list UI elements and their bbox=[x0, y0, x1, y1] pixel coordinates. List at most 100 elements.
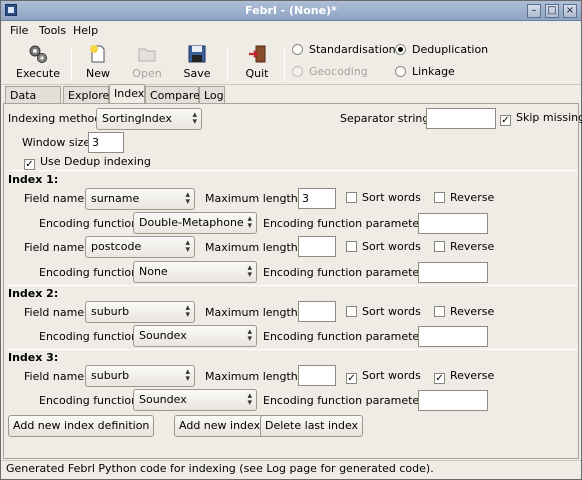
checkbox-indicator: ✓ bbox=[434, 373, 445, 384]
open-button[interactable]: Open bbox=[129, 44, 165, 80]
index-1-field-2-select[interactable]: postcode ▴ ▾ bbox=[85, 236, 195, 258]
delete-last-index-button[interactable]: Delete last index bbox=[260, 415, 364, 437]
field-name-label: Field name: bbox=[24, 241, 88, 254]
checkbox-indicator bbox=[346, 192, 357, 203]
checkbox-indicator bbox=[434, 241, 445, 252]
index-1-field-1-max-length-input[interactable]: 3 bbox=[298, 188, 336, 209]
tab-compare[interactable]: Compare bbox=[145, 86, 200, 104]
index-tab-panel: Indexing method: SortingIndex ▴ ▾ Separato… bbox=[3, 103, 582, 459]
checkbox-indicator: ✓ bbox=[500, 115, 511, 126]
separator-line bbox=[6, 349, 578, 350]
index-3-field-1-encoding-select[interactable]: Soundex ▴ ▾ bbox=[133, 389, 257, 411]
new-file-icon bbox=[90, 45, 105, 63]
tab-explore[interactable]: Explore bbox=[63, 86, 109, 104]
updown-arrow-icon: ▴ ▾ bbox=[247, 214, 252, 231]
radio-indicator bbox=[292, 44, 303, 55]
index-3-field-1-reverse-checkbox[interactable]: ✓ Reverse bbox=[434, 369, 494, 384]
separator-line bbox=[6, 285, 578, 286]
index-1-field-1-encoding-select[interactable]: Double-Metaphone ▴ ▾ bbox=[133, 212, 257, 234]
execute-button[interactable]: Execute bbox=[15, 44, 61, 80]
status-bar: Generated Febrl Python code for indexing… bbox=[1, 460, 581, 479]
mode-standardisation-radio[interactable]: Standardisation bbox=[292, 43, 396, 56]
index-2-title: Index 2: bbox=[8, 287, 59, 300]
window-size-input[interactable]: 3 bbox=[88, 132, 124, 153]
radio-indicator bbox=[292, 66, 303, 77]
max-length-label: Maximum length: bbox=[205, 192, 302, 205]
menu-file[interactable]: File bbox=[10, 24, 28, 37]
index-2-field-1-params-input[interactable] bbox=[418, 326, 488, 347]
tab-log[interactable]: Log bbox=[199, 86, 225, 104]
gears-icon bbox=[29, 45, 47, 63]
toolbar-separator bbox=[284, 47, 285, 81]
tab-data[interactable]: Data bbox=[5, 86, 61, 104]
index-2-field-1-max-length-input[interactable] bbox=[298, 301, 336, 322]
encoding-function-label: Encoding function: bbox=[39, 330, 142, 343]
checkbox-indicator bbox=[346, 241, 357, 252]
index-2-field-1-select[interactable]: suburb ▴ ▾ bbox=[85, 301, 195, 323]
close-icon[interactable]: × bbox=[563, 4, 577, 18]
skip-missing-checkbox[interactable]: ✓ Skip missing bbox=[500, 111, 582, 126]
separator-line bbox=[6, 170, 578, 171]
checkbox-indicator: ✓ bbox=[346, 373, 357, 384]
index-3-field-1-select[interactable]: suburb ▴ ▾ bbox=[85, 365, 195, 387]
toolbar-separator bbox=[227, 47, 228, 81]
floppy-disk-icon bbox=[188, 45, 206, 63]
quit-button[interactable]: Quit bbox=[241, 44, 273, 80]
save-button[interactable]: Save bbox=[181, 44, 213, 80]
radio-indicator bbox=[395, 44, 406, 55]
index-1-field-2-params-input[interactable] bbox=[418, 262, 488, 283]
indexing-method-select[interactable]: SortingIndex ▴ ▾ bbox=[96, 108, 202, 130]
menu-tools[interactable]: Tools bbox=[39, 24, 66, 37]
index-1-title: Index 1: bbox=[8, 173, 59, 186]
checkbox-indicator bbox=[346, 306, 357, 317]
index-1-field-1-sort-words-checkbox[interactable]: Sort words bbox=[346, 191, 421, 204]
mode-geocoding-radio[interactable]: Geocoding bbox=[292, 65, 368, 78]
index-1-field-1-reverse-checkbox[interactable]: Reverse bbox=[434, 191, 494, 204]
folder-icon bbox=[138, 48, 156, 62]
title-bar: Febrl - (None)* – □ × bbox=[1, 1, 581, 21]
encoding-params-label: Encoding function parameters: bbox=[263, 217, 434, 230]
index-3-field-1-sort-words-checkbox[interactable]: ✓ Sort words bbox=[346, 369, 421, 384]
index-2-field-1-reverse-checkbox[interactable]: Reverse bbox=[434, 305, 494, 318]
index-1-field-1-params-input[interactable] bbox=[418, 213, 488, 234]
new-button[interactable]: New bbox=[81, 44, 115, 80]
add-index-definition-button[interactable]: Add new index definition bbox=[8, 415, 155, 437]
window-size-label: Window size: bbox=[22, 136, 94, 149]
index-1-field-2-max-length-input[interactable] bbox=[298, 236, 336, 257]
encoding-function-label: Encoding function: bbox=[39, 394, 142, 407]
updown-arrow-icon: ▴ ▾ bbox=[185, 238, 190, 255]
checkbox-indicator: ✓ bbox=[24, 159, 35, 170]
indexing-method-label: Indexing method: bbox=[8, 112, 105, 125]
max-length-label: Maximum length: bbox=[205, 241, 302, 254]
index-2-field-1-sort-words-checkbox[interactable]: Sort words bbox=[346, 305, 421, 318]
use-dedup-checkbox[interactable]: ✓ Use Dedup indexing bbox=[24, 155, 151, 170]
encoding-function-label: Encoding function: bbox=[39, 217, 142, 230]
toolbar-separator bbox=[71, 47, 72, 81]
max-length-label: Maximum length: bbox=[205, 306, 302, 319]
index-1-field-2-encoding-select[interactable]: None ▴ ▾ bbox=[133, 261, 257, 283]
menu-bar: File Tools Help bbox=[1, 21, 581, 41]
checkbox-indicator bbox=[434, 192, 445, 203]
mode-deduplication-radio[interactable]: Deduplication bbox=[395, 43, 488, 56]
index-1-field-2-sort-words-checkbox[interactable]: Sort words bbox=[346, 240, 421, 253]
maximize-icon[interactable]: □ bbox=[545, 4, 559, 18]
add-index-button[interactable]: Add new index bbox=[174, 415, 266, 437]
encoding-params-label: Encoding function parameters: bbox=[263, 266, 434, 279]
encoding-params-label: Encoding function parameters: bbox=[263, 394, 434, 407]
menu-help[interactable]: Help bbox=[73, 24, 98, 37]
tab-index[interactable]: Index bbox=[109, 84, 145, 104]
mode-linkage-radio[interactable]: Linkage bbox=[395, 65, 455, 78]
checkbox-indicator bbox=[434, 306, 445, 317]
separator-string-input[interactable] bbox=[426, 108, 496, 129]
index-1-field-2-reverse-checkbox[interactable]: Reverse bbox=[434, 240, 494, 253]
minimize-icon[interactable]: – bbox=[527, 4, 541, 18]
index-2-field-1-encoding-select[interactable]: Soundex ▴ ▾ bbox=[133, 325, 257, 347]
radio-indicator bbox=[395, 66, 406, 77]
separator-string-label: Separator string: bbox=[340, 112, 434, 125]
updown-arrow-icon: ▴ ▾ bbox=[247, 263, 252, 280]
updown-arrow-icon: ▴ ▾ bbox=[192, 110, 197, 127]
index-3-field-1-params-input[interactable] bbox=[418, 390, 488, 411]
index-3-field-1-max-length-input[interactable] bbox=[298, 365, 336, 386]
index-1-field-1-select[interactable]: surname ▴ ▾ bbox=[85, 188, 195, 210]
field-name-label: Field name: bbox=[24, 306, 88, 319]
